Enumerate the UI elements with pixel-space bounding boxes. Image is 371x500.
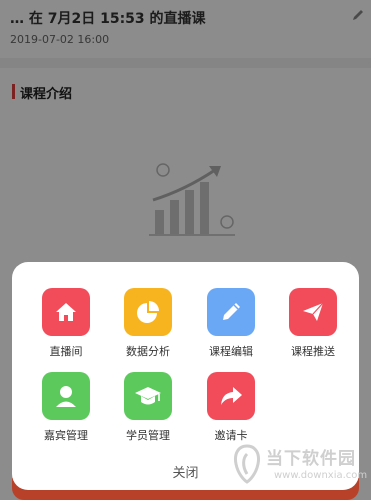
action-tile — [289, 288, 337, 336]
action-tile — [124, 372, 172, 420]
action-tile — [42, 372, 90, 420]
action-data-analysis[interactable]: 数据分析 — [110, 288, 186, 368]
pencil-icon — [223, 303, 240, 320]
action-course-edit[interactable]: 课程编辑 — [193, 288, 269, 368]
action-label: 数据分析 — [126, 345, 170, 358]
paper-plane-icon — [303, 302, 324, 321]
action-label: 学员管理 — [126, 429, 170, 442]
action-live-room[interactable]: 直播间 — [28, 288, 104, 368]
action-label: 直播间 — [49, 345, 83, 358]
action-course-push[interactable]: 课程推送 — [275, 288, 351, 368]
action-tile — [42, 288, 90, 336]
site-watermark: 当下软件园 www.downxia.com — [230, 440, 371, 490]
graduation-cap-icon — [135, 387, 161, 405]
pie-chart-icon — [137, 301, 159, 323]
share-arrow-icon — [221, 387, 242, 405]
action-tile — [207, 372, 255, 420]
watermark-logo-icon — [234, 444, 260, 484]
action-student-management[interactable]: 学员管理 — [110, 372, 186, 452]
action-label: 课程推送 — [291, 345, 335, 358]
action-label: 嘉宾管理 — [44, 429, 88, 442]
home-icon — [56, 303, 76, 321]
action-guest-management[interactable]: 嘉宾管理 — [28, 372, 104, 452]
guest-user-icon — [56, 386, 76, 407]
action-tile — [124, 288, 172, 336]
action-label: 课程编辑 — [209, 345, 253, 358]
action-tile — [207, 288, 255, 336]
watermark-name: 当下软件园 — [266, 449, 356, 469]
watermark-url: www.downxia.com — [274, 470, 368, 481]
